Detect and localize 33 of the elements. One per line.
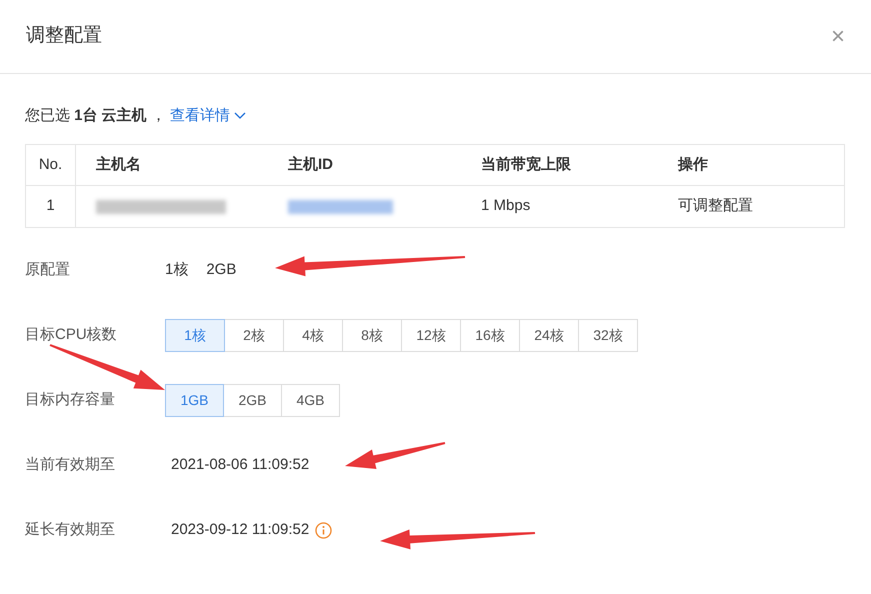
column-header: 主机名: [95, 154, 142, 175]
date-value: 2021-08-06 11:09:52: [171, 454, 310, 475]
option-button[interactable]: 32核: [578, 318, 638, 352]
option-button[interactable]: 12核: [401, 318, 461, 352]
option-button[interactable]: 2核: [224, 318, 284, 352]
chevron-down-icon: [234, 112, 246, 120]
table-cell-text: 1 Mbps: [480, 196, 532, 216]
details-link[interactable]: 查看详情: [170, 104, 230, 128]
info-icon[interactable]: [315, 522, 332, 538]
option-button[interactable]: 1核: [165, 318, 225, 352]
option-button[interactable]: 16核: [460, 318, 520, 352]
field-label: 延长有效期至: [25, 520, 116, 540]
table-cell-text: 可调整配置: [677, 196, 754, 216]
field-label: 目标CPU核数: [25, 324, 118, 345]
field-label: 原配置: [25, 260, 71, 280]
field-label: 当前有效期至: [25, 454, 116, 475]
table-cell: 1: [26, 186, 76, 227]
selection-summary: 您已选 1台 云主机 ，: [25, 106, 166, 126]
field-label: 目标内存容量: [25, 390, 116, 410]
column-header: No.: [26, 145, 76, 185]
option-button[interactable]: 24核: [519, 318, 579, 352]
option-button[interactable]: 4GB: [281, 384, 340, 416]
option-button[interactable]: 2GB: [223, 384, 282, 416]
option-button[interactable]: 8核: [342, 318, 402, 352]
memory-value: 2GB: [206, 260, 236, 280]
dialog-title: 调整配置: [26, 24, 102, 48]
cpu-value: 1核: [165, 260, 188, 280]
column-header: 操作: [676, 154, 709, 175]
column-header: 主机ID: [287, 154, 334, 175]
option-button[interactable]: 1GB: [165, 384, 224, 416]
date-value: 2023-09-12 11:09:52: [171, 520, 310, 540]
option-button[interactable]: 4核: [283, 318, 343, 352]
column-header: 当前带宽上限: [480, 154, 572, 175]
